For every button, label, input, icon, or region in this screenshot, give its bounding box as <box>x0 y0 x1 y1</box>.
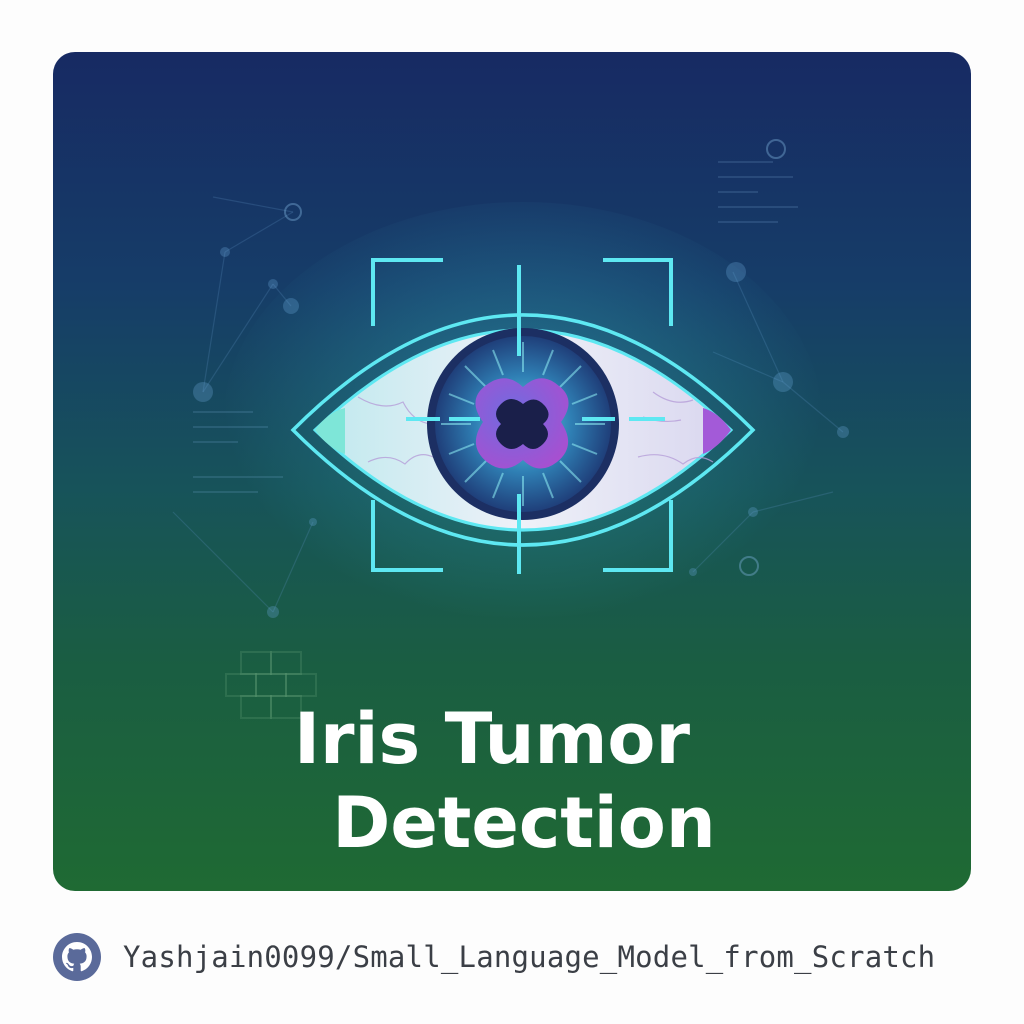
repo-name[interactable]: Yashjain0099/Small_Language_Model_from_S… <box>123 940 935 974</box>
title-line-1: Iris Tumor <box>293 698 691 780</box>
repo-footer[interactable]: Yashjain0099/Small_Language_Model_from_S… <box>53 933 935 981</box>
cover-card: Iris Tumor Detection <box>53 52 971 891</box>
title-line-2: Detection <box>332 782 716 864</box>
page: Iris Tumor Detection Yashjain0099/Small_… <box>0 0 1024 1024</box>
github-icon <box>53 933 101 981</box>
